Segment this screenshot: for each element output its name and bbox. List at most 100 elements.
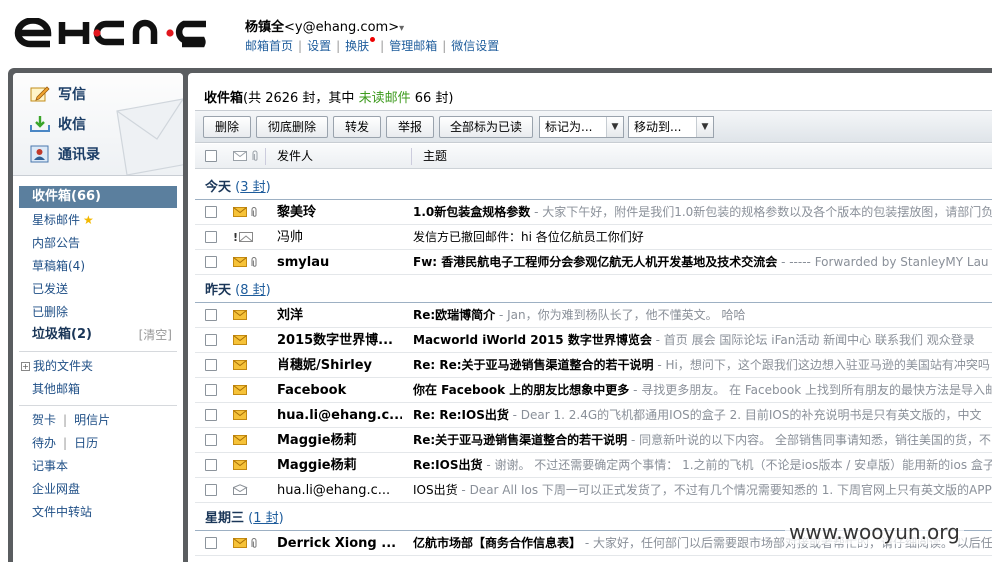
- move-to-dropdown[interactable]: 移动到... ▼: [628, 116, 714, 138]
- subject-cell: 1.0新包装盒规格参数 - 大家下午好，附件是我们1.0新包装的规格参数以及各个…: [413, 200, 992, 225]
- link-wechat-settings[interactable]: 微信设置: [451, 39, 499, 53]
- mail-row[interactable]: 肖穗妮/Shirley Re: Re:关于亚马逊销售渠道整合的若干说明 - Hi，…: [195, 353, 992, 378]
- preview: - Dear All Ios 下周一可以正式发货了，不过有几个情况需要知悉的 1…: [457, 483, 992, 497]
- row-checkbox[interactable]: [205, 459, 217, 471]
- mail-row[interactable]: 黎美玲 1.0新包装盒规格参数 - 大家下午好，附件是我们1.0新包装的规格参数以…: [195, 200, 992, 225]
- link-skin[interactable]: 换肤: [345, 39, 369, 53]
- app-todo[interactable]: 待办: [32, 436, 56, 450]
- date-group-header: 今天 (3 封): [205, 180, 271, 195]
- mail-row[interactable]: ! 冯帅 发信方已撤回邮件：hi 各位亿航员工你们好: [195, 225, 992, 250]
- other-mailboxes[interactable]: 其他邮箱: [19, 378, 177, 400]
- ehang-logo[interactable]: [14, 17, 226, 51]
- forward-button[interactable]: 转发: [333, 116, 381, 138]
- app-greeting-card[interactable]: 贺卡: [32, 413, 56, 427]
- row-checkbox[interactable]: [205, 537, 217, 549]
- app-postcard[interactable]: 明信片: [74, 413, 110, 427]
- preview: - 谢谢。 不过还需要确定两个事情： 1.之前的飞机（不论是ios版本 / 安卓…: [482, 458, 992, 472]
- column-subject[interactable]: 主题: [423, 144, 447, 169]
- subject-cell: IOS出货 - Dear All Ios 下周一可以正式发货了，不过有几个情况需…: [413, 478, 992, 503]
- subject: 发信方已撤回邮件：hi 各位亿航员工你们好: [413, 230, 644, 244]
- my-folders-toggle[interactable]: + 我的文件夹: [19, 355, 177, 377]
- row-checkbox[interactable]: [205, 384, 217, 396]
- mail-row[interactable]: Maggie杨莉 Re:IOS出货 - 谢谢。 不过还需要确定两个事情： 1.之前…: [195, 453, 992, 478]
- delete-button[interactable]: 删除: [203, 116, 251, 138]
- receive-mail-button[interactable]: 收信: [29, 114, 86, 134]
- mail-list-panel: 收件箱(共 2626 封，其中 未读邮件 66 封) 删除 彻底删除 转发 举报…: [188, 73, 992, 562]
- subject: Re: Re:IOS出货: [413, 408, 509, 422]
- select-all-checkbox[interactable]: [205, 150, 217, 162]
- app-notebook[interactable]: 记事本: [19, 455, 177, 477]
- contacts-button[interactable]: 通讯录: [29, 144, 100, 164]
- subject: Re: Re:关于亚马逊销售渠道整合的若干说明: [413, 358, 654, 372]
- link-manage-mailbox[interactable]: 管理邮箱: [389, 39, 437, 53]
- star-icon: ★: [83, 213, 94, 227]
- mail-row[interactable]: smylau Fw: 香港民航电子工程师分会参观亿航无人机开发基地及技术交流会 -…: [195, 250, 992, 275]
- column-icons: [233, 144, 259, 169]
- group-count-link[interactable]: 3 封: [240, 180, 265, 195]
- mail-status: [233, 434, 259, 446]
- sender: hua.li@ehang.c...: [277, 408, 402, 423]
- mark-all-read-button[interactable]: 全部标为已读: [439, 116, 533, 138]
- mail-status: [232, 484, 259, 496]
- column-from[interactable]: 发件人: [277, 144, 313, 169]
- dropdown-arrow-icon: ▼: [696, 117, 713, 137]
- row-checkbox[interactable]: [205, 206, 217, 218]
- mail-status: [233, 309, 259, 321]
- report-button[interactable]: 举报: [386, 116, 434, 138]
- recalled-mail-icon: !: [233, 231, 253, 244]
- row-checkbox[interactable]: [205, 256, 217, 268]
- preview: - 首页 展会 国际论坛 iFan活动 新闻中心 联系我们 观众登录: [651, 333, 975, 347]
- mail-app: 杨镇全<y@ehang.com>▾ 邮箱首页 | 设置 | 换肤 | 管理邮箱 | 微信设置 写…: [0, 0, 992, 562]
- app-file-transfer[interactable]: 文件中转站: [19, 501, 177, 523]
- mail-row[interactable]: 2015数字世界博... Macworld iWorld 2015 数字世界博览会…: [195, 328, 992, 353]
- mail-status: [233, 459, 259, 471]
- sender: Maggie杨莉: [277, 458, 357, 473]
- subject-cell: Re:欧瑞博简介 - Jan，你为难到杨队长了，他不懂英文。 哈哈: [413, 303, 992, 328]
- folder-spam[interactable]: 垃圾箱(2) [清空]: [19, 324, 177, 346]
- date-group-header: 星期三 (1 封): [205, 511, 284, 526]
- mail-row[interactable]: hua.li@ehang.c... IOS出货 - Dear All Ios 下周…: [195, 478, 992, 503]
- row-checkbox[interactable]: [205, 484, 217, 496]
- row-checkbox[interactable]: [205, 434, 217, 446]
- expand-plus-icon[interactable]: +: [21, 362, 30, 371]
- row-checkbox[interactable]: [205, 359, 217, 371]
- subject-cell: 你在 Facebook 上的朋友比想象中更多 - 寻找更多朋友。 在 Faceb…: [413, 378, 992, 403]
- mail-row[interactable]: hua.li@ehang.c... Re: Re:IOS出货 - Dear 1. …: [195, 403, 992, 428]
- subject-cell: Fw: 香港民航电子工程师分会参观亿航无人机开发基地及技术交流会 - -----…: [413, 250, 992, 275]
- unread-mail-icon: [233, 335, 247, 345]
- account-dropdown-icon[interactable]: ▾: [399, 23, 404, 34]
- empty-spam-link[interactable]: [清空]: [139, 324, 172, 346]
- mail-row[interactable]: Facebook 你在 Facebook 上的朋友比想象中更多 - 寻找更多朋友。…: [195, 378, 992, 403]
- subject-cell: Re:关于亚马逊销售渠道整合的若干说明 - 同意新叶说的以下内容。 全部销售同事…: [413, 428, 992, 453]
- folder-drafts[interactable]: 草稿箱(4): [19, 255, 177, 277]
- mark-as-dropdown[interactable]: 标记为... ▼: [539, 116, 624, 138]
- sender: Derrick Xiong ...: [277, 536, 397, 551]
- unread-mail-icon: [233, 460, 247, 470]
- folder-deleted[interactable]: 已删除: [19, 301, 177, 323]
- row-checkbox[interactable]: [205, 231, 217, 243]
- folder-sent[interactable]: 已发送: [19, 278, 177, 300]
- sender: 黎美玲: [277, 205, 317, 220]
- row-checkbox[interactable]: [205, 309, 217, 321]
- group-count-link[interactable]: 1 封: [253, 511, 278, 526]
- mail-row[interactable]: Maggie杨莉 Re:关于亚马逊销售渠道整合的若干说明 - 同意新叶说的以下内容…: [195, 428, 992, 453]
- mail-row[interactable]: 刘洋 Re:欧瑞博简介 - Jan，你为难到杨队长了，他不懂英文。 哈哈: [195, 303, 992, 328]
- link-mail-home[interactable]: 邮箱首页: [245, 39, 293, 53]
- mail-status: [233, 334, 259, 346]
- subject: Re:欧瑞博简介: [413, 308, 496, 322]
- link-settings[interactable]: 设置: [307, 39, 331, 53]
- sender: Maggie杨莉: [277, 433, 357, 448]
- folder-starred[interactable]: 星标邮件 ★: [19, 209, 177, 231]
- folder-announcements[interactable]: 内部公告: [19, 232, 177, 254]
- write-icon: [29, 85, 51, 103]
- purge-button[interactable]: 彻底删除: [256, 116, 328, 138]
- write-mail-button[interactable]: 写信: [29, 84, 86, 104]
- app-calendar[interactable]: 日历: [74, 436, 98, 450]
- row-checkbox[interactable]: [205, 334, 217, 346]
- subject-cell: Re: Re:关于亚马逊销售渠道整合的若干说明 - Hi，想问下，这个跟我们这边…: [413, 353, 992, 378]
- group-count-link[interactable]: 8 封: [240, 283, 265, 298]
- app-netdisk[interactable]: 企业网盘: [19, 478, 177, 500]
- folder-inbox[interactable]: 收件箱(66): [19, 186, 177, 208]
- unread-filter-link[interactable]: 未读邮件: [359, 91, 411, 106]
- row-checkbox[interactable]: [205, 409, 217, 421]
